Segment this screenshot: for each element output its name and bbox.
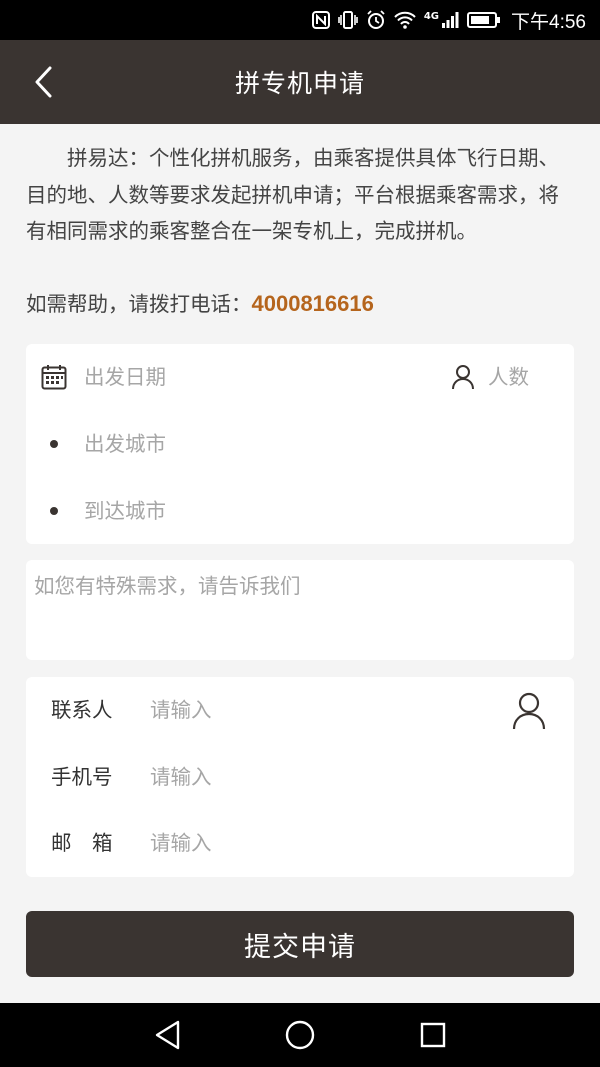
nav-back-button[interactable] bbox=[150, 1017, 186, 1053]
trip-card: 出发日期 人数 出发城市 到达城市 bbox=[26, 344, 574, 544]
departure-city-field[interactable]: 出发城市 bbox=[84, 431, 166, 457]
status-bar: 4G 下午4:56 bbox=[0, 0, 600, 40]
contact-picker-button[interactable] bbox=[510, 691, 548, 731]
arrival-city-row[interactable]: 到达城市 bbox=[26, 477, 574, 543]
submit-button[interactable]: 提交申请 bbox=[26, 911, 574, 977]
phone-row: 手机号 bbox=[26, 744, 574, 810]
alarm-icon bbox=[367, 10, 385, 29]
nav-home-button[interactable] bbox=[282, 1017, 318, 1053]
back-button[interactable] bbox=[26, 64, 62, 100]
app-header: 拼专机申请 bbox=[0, 40, 600, 124]
contact-name-label: 联系人 bbox=[51, 698, 113, 722]
departure-city-row[interactable]: 出发城市 bbox=[26, 410, 574, 476]
square-recent-icon bbox=[420, 1022, 446, 1048]
departure-date-field[interactable]: 出发日期 bbox=[84, 364, 166, 390]
chevron-left-icon bbox=[35, 66, 52, 98]
battery-icon bbox=[467, 12, 501, 28]
special-request-card bbox=[26, 560, 574, 660]
help-line: 如需帮助，请拨打电话：4000816616 bbox=[26, 286, 374, 322]
phone-input[interactable] bbox=[150, 760, 480, 794]
email-row: 邮 箱 bbox=[26, 810, 574, 876]
system-nav-bar bbox=[0, 1003, 600, 1067]
help-prefix: 如需帮助，请拨打电话： bbox=[26, 292, 252, 316]
bullet-dot-icon bbox=[50, 440, 58, 448]
vibrate-icon bbox=[338, 11, 358, 29]
network-type-label: 4G bbox=[423, 10, 440, 22]
passenger-count-field[interactable]: 人数 bbox=[488, 364, 529, 390]
status-icons: 4G bbox=[311, 10, 501, 30]
nfc-icon bbox=[311, 11, 330, 29]
help-phone-link[interactable]: 4000816616 bbox=[252, 291, 374, 316]
circle-home-icon bbox=[285, 1020, 315, 1050]
nav-recent-apps-button[interactable] bbox=[415, 1017, 451, 1053]
phone-label: 手机号 bbox=[51, 765, 113, 789]
date-people-row: 出发日期 人数 bbox=[26, 344, 574, 410]
contact-name-input[interactable] bbox=[150, 693, 480, 727]
signal-icon bbox=[442, 12, 459, 28]
person-icon bbox=[452, 365, 474, 390]
page-title: 拼专机申请 bbox=[234, 69, 365, 98]
status-time: 下午4:56 bbox=[511, 11, 586, 33]
intro-text: 拼易达：个性化拼机服务，由乘客提供具体飞行日期、目的地、人数等要求发起拼机申请；… bbox=[26, 146, 559, 243]
wifi-icon bbox=[394, 11, 416, 29]
bullet-dot-icon bbox=[50, 507, 58, 515]
contact-person-icon bbox=[512, 692, 546, 730]
calendar-icon bbox=[41, 365, 67, 390]
special-request-input[interactable] bbox=[34, 572, 564, 648]
arrival-city-field[interactable]: 到达城市 bbox=[84, 498, 166, 524]
contact-name-row: 联系人 bbox=[26, 677, 574, 743]
triangle-back-icon bbox=[155, 1020, 180, 1050]
contact-card: 联系人 手机号 邮 箱 bbox=[26, 677, 574, 877]
email-input[interactable] bbox=[150, 826, 480, 860]
email-label: 邮 箱 bbox=[51, 831, 113, 855]
